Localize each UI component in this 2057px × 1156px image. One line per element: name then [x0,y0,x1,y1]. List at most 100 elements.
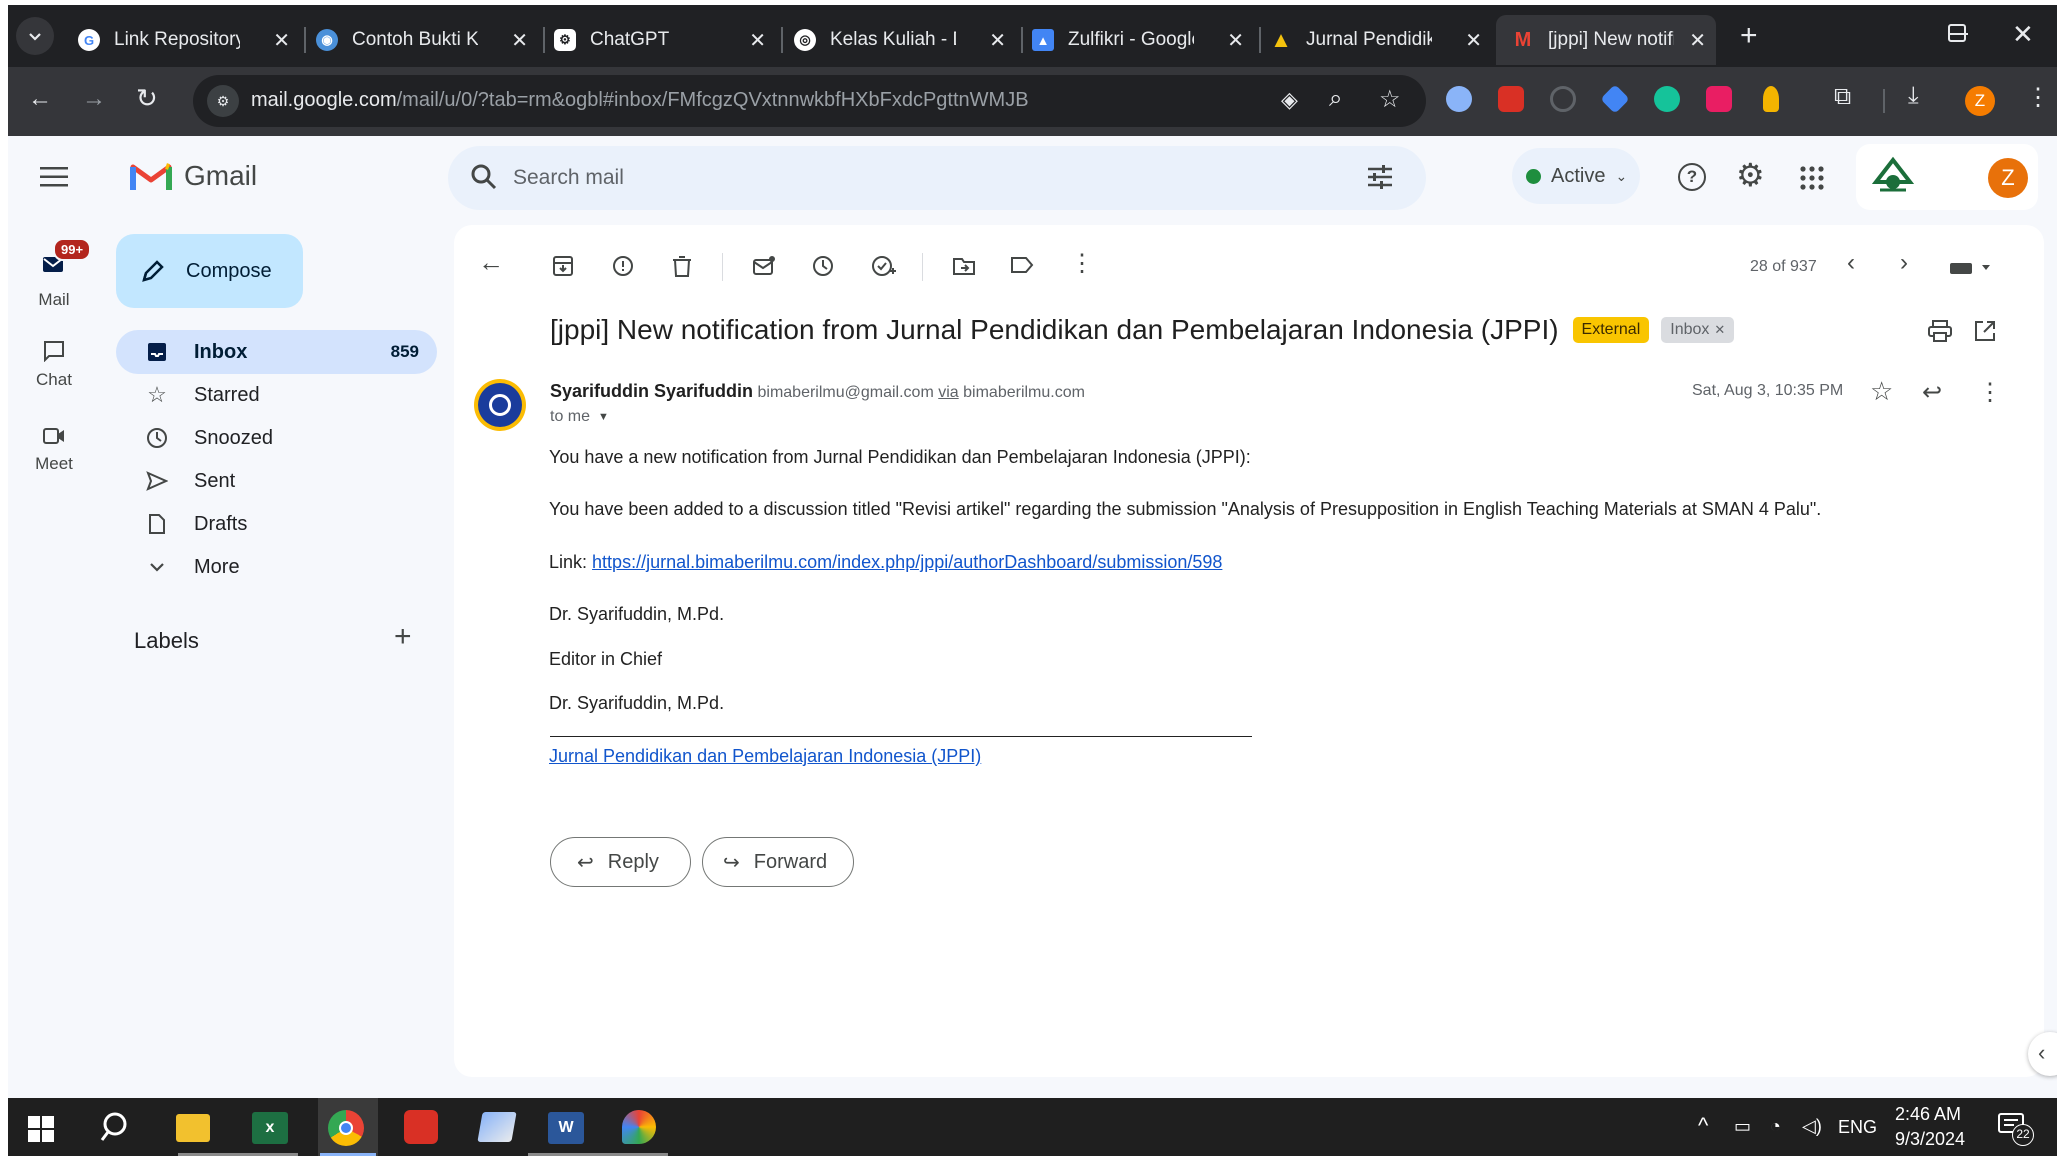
account-avatar[interactable]: Z [1988,158,2028,198]
tab-search-button[interactable] [16,17,54,55]
close-tab-icon[interactable]: ✕ [1227,28,1244,53]
add-to-tasks-icon[interactable] [872,255,896,277]
browser-menu-icon[interactable]: ⋮ [2026,83,2050,112]
open-in-new-window-icon[interactable] [1974,320,1996,342]
sender-avatar[interactable] [474,379,526,431]
delete-icon[interactable] [672,255,692,277]
report-spam-icon[interactable] [612,255,634,277]
browser-tab-2[interactable]: ◉ Contoh Bukti Ko ✕ [316,15,538,65]
rail-chat[interactable]: Chat [8,340,100,390]
extension-6-icon[interactable] [1706,86,1732,112]
reload-icon[interactable]: ↻ [136,83,158,114]
close-tab-icon[interactable]: ✕ [511,28,528,53]
more-options-icon[interactable]: ⋮ [1070,249,1094,278]
close-tab-icon[interactable]: ✕ [1689,28,1706,53]
browser-tab-6[interactable]: ▲ Jurnal Pendidika ✕ [1270,15,1492,65]
close-tab-icon[interactable]: ✕ [749,28,766,53]
wifi-icon[interactable]: ◔ [1770,1116,1781,1137]
browser-tab-1[interactable]: G Link Repository I ✕ [78,15,300,65]
site-info-icon[interactable]: ⚙ [207,85,239,117]
restore-button[interactable] [1948,24,1966,42]
input-tools-icon[interactable] [1950,261,1992,275]
download-icon[interactable]: ⤓ [1908,82,1919,110]
extension-4-icon[interactable] [1600,84,1630,114]
browser-tab-active[interactable]: M [jppi] New notifi ✕ [1496,15,1716,65]
pdf-extension-icon[interactable] [1498,86,1524,112]
zoom-icon[interactable]: ⌕ [1329,85,1342,113]
label-icon[interactable] [1010,255,1034,275]
add-label-icon[interactable]: + [394,620,412,654]
chrome-icon[interactable] [328,1110,364,1146]
older-icon[interactable]: › [1900,249,1908,277]
browser-tab-5[interactable]: ▲ Zulfikri - Google ✕ [1032,15,1254,65]
submission-link[interactable]: https://jurnal.bimaberilmu.com/index.php… [592,552,1222,572]
remove-label-icon[interactable]: ✕ [1714,322,1725,338]
reply-icon[interactable]: ↩ [1922,378,1942,407]
extension-7-icon[interactable] [1763,86,1779,112]
archive-icon[interactable] [552,255,574,277]
compose-button[interactable]: Compose [116,234,303,308]
account-card[interactable]: Z [1856,144,2038,210]
search-input[interactable]: Search mail [513,166,624,190]
status-selector[interactable]: Active ⌄ [1512,148,1640,204]
search-bar[interactable]: Search mail [448,146,1426,210]
nav-inbox[interactable]: Inbox 859 [116,330,437,374]
clock-time[interactable]: 2:46 AM [1895,1104,1961,1125]
back-to-inbox-icon[interactable]: ← [478,247,504,278]
gmail-logo[interactable]: Gmail [130,160,257,192]
apps-grid-icon[interactable] [1800,166,1824,190]
word-icon[interactable]: W [548,1112,584,1144]
rail-mail[interactable]: 99+ Mail [8,238,100,310]
browser-tab-4[interactable]: ◎ Kelas Kuliah - D ✕ [794,15,1016,65]
profile-avatar[interactable]: Z [1965,86,1995,116]
acrobat-icon[interactable] [404,1110,438,1144]
mark-unread-icon[interactable] [752,255,776,277]
bookmark-star-icon[interactable]: ☆ [1379,85,1401,114]
nav-snoozed[interactable]: Snoozed [116,416,437,460]
star-message-icon[interactable]: ☆ [1870,376,1893,407]
recipient-details[interactable]: to me ▼ [550,408,609,426]
start-icon[interactable] [28,1116,54,1142]
main-menu-icon[interactable] [40,166,68,188]
close-tab-icon[interactable]: ✕ [1465,28,1482,53]
message-more-icon[interactable]: ⋮ [1978,378,2002,407]
close-tab-icon[interactable]: ✕ [273,28,290,53]
battery-icon[interactable]: ▭ [1734,1116,1751,1137]
extension-1-icon[interactable] [1446,86,1472,112]
nav-starred[interactable]: ☆ Starred [116,373,437,417]
sender-name[interactable]: Syarifuddin Syarifuddin [550,381,753,401]
extension-3-icon[interactable] [1550,86,1576,112]
journal-link[interactable]: Jurnal Pendidikan dan Pembelajaran Indon… [549,746,981,766]
address-bar[interactable]: ⚙ mail.google.com/mail/u/0/?tab=rm&ogbl#… [193,75,1426,127]
clock-date[interactable]: 9/3/2024 [1895,1129,1965,1150]
help-icon[interactable]: ? [1678,163,1706,191]
search-icon[interactable] [470,163,498,191]
show-hidden-icons[interactable]: ^ [1698,1113,1708,1139]
extensions-puzzle-icon[interactable]: ⧉ [1834,83,1851,111]
forward-button[interactable]: ↪ Forward [702,837,854,887]
file-explorer-icon[interactable] [176,1114,210,1142]
back-icon[interactable]: ← [28,85,52,113]
newer-icon[interactable]: ‹ [1847,249,1855,277]
nav-more[interactable]: More [116,545,437,589]
snooze-icon[interactable] [812,255,834,277]
new-tab-button[interactable]: + [1740,19,1758,53]
print-icon[interactable] [1928,320,1952,342]
browser-tab-3[interactable]: ⚙ ChatGPT ✕ [554,15,776,65]
search-taskbar-icon[interactable] [100,1110,140,1150]
excel-icon[interactable]: x [252,1112,288,1144]
reply-button[interactable]: ↩ Reply [550,837,691,887]
notification-icon[interactable]: 22 [1998,1112,2034,1146]
rail-meet[interactable]: Meet [8,426,100,474]
eye-icon[interactable]: ◈ [1281,87,1298,113]
nav-sent[interactable]: Sent [116,459,437,503]
grammarly-icon[interactable] [1654,86,1680,112]
move-to-icon[interactable] [952,255,976,277]
volume-icon[interactable]: ◁) [1802,1116,1822,1137]
close-window-button[interactable]: ✕ [2012,19,2034,50]
nav-drafts[interactable]: Drafts [116,502,437,546]
forward-icon[interactable]: → [82,85,106,113]
close-tab-icon[interactable]: ✕ [989,28,1006,53]
search-options-icon[interactable] [1366,164,1394,190]
settings-icon[interactable]: ⚙ [1736,156,1765,194]
